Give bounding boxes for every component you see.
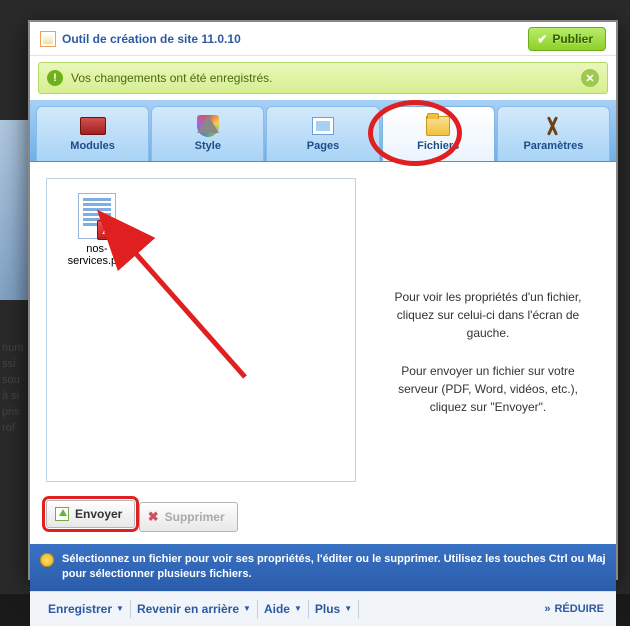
tab-label: Modules bbox=[70, 140, 115, 152]
file-list-panel[interactable]: A nos-services.pdf bbox=[46, 178, 356, 482]
chevron-down-icon: ▼ bbox=[344, 604, 352, 613]
info-panel: Pour voir les propriétés d'un fichier, c… bbox=[376, 178, 600, 484]
send-label: Envoyer bbox=[75, 507, 122, 521]
titlebar: Outil de création de site 11.0.10 ✔ Publ… bbox=[30, 22, 616, 56]
tab-label: Style bbox=[195, 140, 221, 152]
tab-settings[interactable]: Paramètres bbox=[497, 106, 610, 161]
footer-help[interactable]: Aide ▼ bbox=[258, 600, 309, 618]
content-area: A nos-services.pdf Pour voir les proprié… bbox=[30, 162, 616, 500]
upload-icon bbox=[55, 507, 69, 521]
tip-bar: Sélectionnez un fichier pour voir ses pr… bbox=[30, 544, 616, 591]
background-photo-fragment bbox=[0, 120, 28, 300]
delete-label: Supprimer bbox=[165, 510, 225, 524]
tab-style[interactable]: Style bbox=[151, 106, 264, 161]
notice-close-button[interactable]: ✕ bbox=[581, 69, 599, 87]
chevron-down-icon: ▼ bbox=[243, 604, 251, 613]
pdf-badge-icon: A bbox=[97, 220, 117, 240]
tab-label: Fichiers bbox=[417, 140, 459, 152]
tab-pages[interactable]: Pages bbox=[266, 106, 379, 161]
tab-files[interactable]: Fichiers bbox=[382, 106, 495, 161]
file-actions: Envoyer ✖ Supprimer bbox=[30, 500, 616, 544]
tab-label: Paramètres bbox=[523, 140, 583, 152]
site-builder-dialog: Outil de création de site 11.0.10 ✔ Publ… bbox=[28, 20, 618, 580]
info-text-2: Pour envoyer un fichier sur votre serveu… bbox=[386, 362, 590, 416]
delete-icon: ✖ bbox=[148, 509, 159, 525]
footer-reduce[interactable]: » RÉDUIRE bbox=[544, 603, 604, 615]
style-icon bbox=[197, 115, 219, 137]
send-button[interactable]: Envoyer bbox=[46, 500, 135, 528]
success-notice: ! Vos changements ont été enregistrés. ✕ bbox=[38, 62, 608, 94]
info-text-1: Pour voir les propriétés d'un fichier, c… bbox=[386, 288, 590, 342]
footer-revert[interactable]: Revenir en arrière ▼ bbox=[131, 600, 258, 618]
app-icon bbox=[40, 31, 56, 47]
publish-button[interactable]: ✔ Publier bbox=[528, 27, 606, 51]
publish-label: Publier bbox=[552, 32, 593, 46]
pages-icon bbox=[312, 117, 334, 135]
footer-revert-label: Revenir en arrière bbox=[137, 602, 239, 616]
chevron-down-icon: ▼ bbox=[294, 604, 302, 613]
check-icon: ✔ bbox=[537, 32, 547, 46]
footer-bar: Enregistrer ▼ Revenir en arrière ▼ Aide … bbox=[30, 591, 616, 626]
footer-more[interactable]: Plus ▼ bbox=[309, 600, 359, 618]
chevron-double-icon: » bbox=[544, 603, 550, 615]
notice-text: Vos changements ont été enregistrés. bbox=[71, 71, 272, 85]
delete-button[interactable]: ✖ Supprimer bbox=[139, 502, 238, 532]
settings-icon bbox=[542, 115, 564, 137]
files-icon bbox=[426, 116, 450, 136]
main-tabs: Modules Style Pages Fichiers Paramètres bbox=[30, 100, 616, 162]
footer-save-label: Enregistrer bbox=[48, 602, 112, 616]
tab-modules[interactable]: Modules bbox=[36, 106, 149, 161]
tab-label: Pages bbox=[307, 140, 339, 152]
footer-save[interactable]: Enregistrer ▼ bbox=[42, 600, 131, 618]
footer-more-label: Plus bbox=[315, 602, 340, 616]
dialog-title: Outil de création de site 11.0.10 bbox=[62, 32, 241, 46]
file-item[interactable]: A nos-services.pdf bbox=[57, 189, 137, 271]
success-icon: ! bbox=[47, 70, 63, 86]
modules-icon bbox=[80, 117, 106, 135]
document-icon: A bbox=[78, 193, 116, 239]
chevron-down-icon: ▼ bbox=[116, 604, 124, 613]
footer-reduce-label: RÉDUIRE bbox=[554, 603, 604, 615]
background-text-fragment: numssisouà siprisrof bbox=[2, 340, 28, 436]
file-name: nos-services.pdf bbox=[61, 243, 133, 267]
footer-help-label: Aide bbox=[264, 602, 290, 616]
lightbulb-icon bbox=[40, 553, 54, 567]
tip-text: Sélectionnez un fichier pour voir ses pr… bbox=[62, 552, 606, 583]
